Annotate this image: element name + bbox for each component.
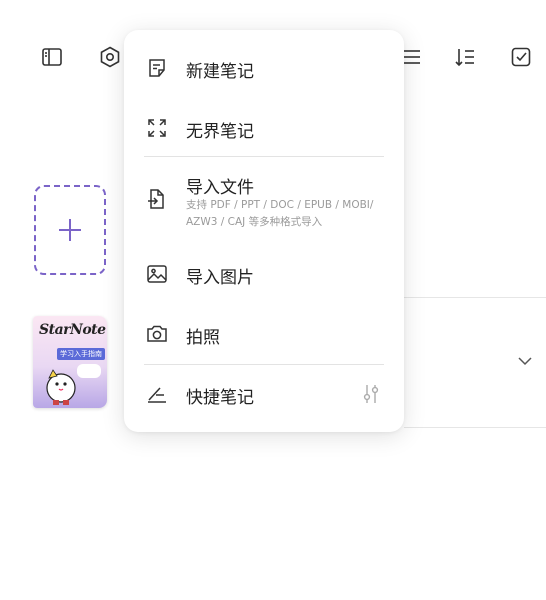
menu-item-import-file[interactable]: 导入文件 支持 PDF / PPT / DOC / EPUB / MOBI/ A…: [124, 166, 404, 238]
select-checkbox-icon[interactable]: [507, 43, 535, 71]
image-icon: [144, 261, 170, 287]
import-file-label: 导入文件: [186, 178, 254, 198]
take-photo-label: 拍照: [186, 328, 220, 348]
menu-item-import-image[interactable]: 导入图片: [124, 254, 404, 294]
menu-divider: [144, 156, 384, 157]
expand-icon: [144, 115, 170, 141]
settings-icon[interactable]: [96, 43, 124, 71]
cover-title: StarNote: [39, 322, 106, 338]
infinite-note-label: 无界笔记: [186, 122, 254, 142]
add-notebook-button[interactable]: [34, 185, 106, 275]
new-note-label: 新建笔记: [186, 62, 254, 82]
import-image-label: 导入图片: [186, 268, 254, 288]
mascot-illustration: [46, 369, 76, 405]
camera-icon: [144, 321, 170, 347]
import-file-description: 支持 PDF / PPT / DOC / EPUB / MOBI/ AZW3 /…: [186, 199, 374, 228]
menu-divider: [144, 364, 384, 365]
chevron-down-icon[interactable]: [516, 352, 534, 370]
sort-icon[interactable]: [451, 43, 479, 71]
new-note-icon: [144, 55, 170, 81]
sidebar-toggle-icon[interactable]: [38, 43, 66, 71]
import-file-icon: [144, 186, 170, 212]
quick-note-icon: [144, 381, 170, 407]
menu-item-quick-note[interactable]: 快捷笔记: [124, 374, 404, 414]
adjust-icon[interactable]: [358, 381, 384, 407]
list-divider: [404, 297, 546, 298]
speech-bubble: [77, 364, 101, 378]
create-menu-popup: 新建笔记 无界笔记 导入文件 支持 PDF / PPT / DOC / EPUB…: [124, 30, 404, 432]
menu-item-take-photo[interactable]: 拍照: [124, 314, 404, 354]
list-divider: [404, 427, 546, 428]
menu-item-new-note[interactable]: 新建笔记: [124, 48, 404, 88]
quick-note-label: 快捷笔记: [186, 388, 254, 408]
menu-item-infinite-note[interactable]: 无界笔记: [124, 108, 404, 148]
notebook-cover[interactable]: StarNote 学习入手指南: [33, 316, 107, 408]
plus-icon: [59, 219, 81, 241]
